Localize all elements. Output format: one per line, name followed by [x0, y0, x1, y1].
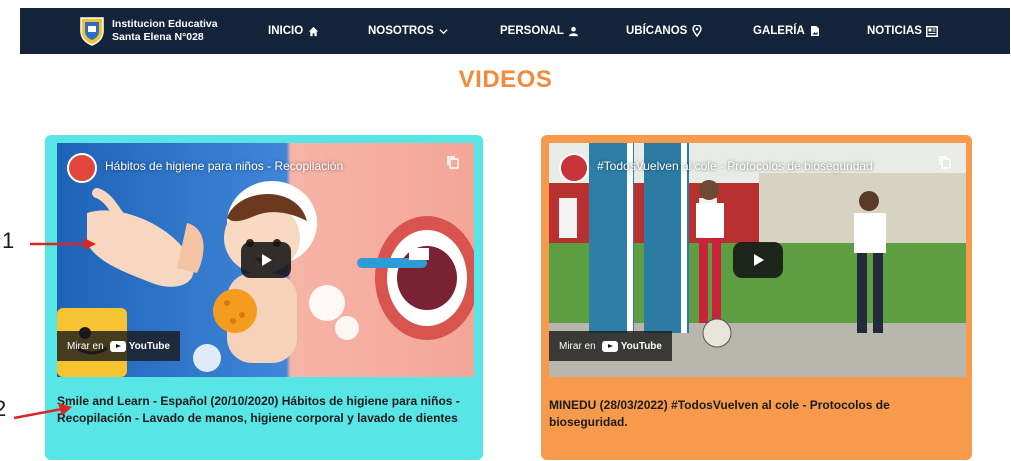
play-button[interactable] — [733, 242, 783, 278]
newspaper-icon — [925, 25, 938, 37]
platform-label: YouTube — [620, 340, 662, 352]
nav-ubicanos[interactable]: UBÍCANOS — [626, 25, 703, 37]
nav-label: UBÍCANOS — [626, 25, 688, 37]
youtube-embed[interactable]: #TodosVuelven al cole - Protocolos de bi… — [549, 143, 966, 377]
home-icon — [307, 25, 319, 37]
video-embed-title[interactable]: #TodosVuelven al cole - Protocolos de bi… — [597, 159, 873, 173]
video-card: #TodosVuelven al cole - Protocolos de bi… — [541, 135, 972, 460]
watch-on-youtube-button[interactable]: Mirar en YouTube — [549, 331, 672, 361]
nav-nosotros[interactable]: NOSOTROS — [368, 25, 450, 37]
youtube-embed[interactable]: Hábitos de higiene para niños - Recopila… — [57, 143, 474, 377]
nav-galeria[interactable]: GALERÍA — [753, 25, 821, 37]
video-caption: Smile and Learn - Español (20/10/2020) H… — [57, 394, 460, 425]
user-icon — [568, 25, 580, 37]
page-title: VIDEOS — [458, 66, 553, 93]
nav-label: NOSOTROS — [368, 25, 434, 37]
annotation-arrow-icon — [13, 403, 72, 420]
file-image-icon — [809, 25, 821, 37]
page: Institucion Educativa Santa Elena N°028 … — [0, 0, 1011, 461]
copy-link-icon[interactable] — [938, 155, 952, 169]
nav-label: INICIO — [268, 25, 304, 37]
watch-on-label: Mirar en — [67, 340, 104, 352]
chevron-down-icon — [438, 25, 450, 37]
brand-line-1: Institucion Educativa — [112, 18, 218, 30]
play-icon — [754, 254, 764, 266]
nav-noticias[interactable]: NOTICIAS — [867, 25, 938, 37]
watch-on-label: Mirar en — [559, 340, 596, 352]
brand[interactable]: Institucion Educativa Santa Elena N°028 — [78, 15, 268, 47]
map-pin-icon — [691, 25, 703, 37]
nav-label: PERSONAL — [500, 25, 564, 37]
annotation-arrow-icon — [30, 238, 96, 250]
play-button[interactable] — [241, 242, 291, 278]
channel-avatar[interactable] — [559, 153, 589, 183]
copy-link-icon[interactable] — [446, 155, 460, 169]
annotation-number-1: 1 — [2, 228, 15, 253]
youtube-logo-icon: YouTube — [601, 340, 662, 352]
school-crest-icon — [78, 15, 106, 47]
nav-label: NOTICIAS — [867, 25, 922, 37]
video-caption: MINEDU (28/03/2022) #TodosVuelven al col… — [549, 398, 890, 429]
brand-line-2: Santa Elena N°028 — [112, 31, 204, 43]
play-icon — [262, 254, 272, 266]
watch-on-youtube-button[interactable]: Mirar en YouTube — [57, 331, 180, 361]
platform-label: YouTube — [128, 340, 170, 352]
youtube-logo-icon: YouTube — [109, 340, 170, 352]
nav-label: GALERÍA — [753, 25, 805, 37]
nav-personal[interactable]: PERSONAL — [500, 25, 580, 37]
nav-inicio[interactable]: INICIO — [268, 25, 319, 37]
top-navbar: Institucion Educativa Santa Elena N°028 … — [20, 8, 1010, 54]
channel-avatar[interactable] — [67, 153, 97, 183]
video-embed-title[interactable]: Hábitos de higiene para niños - Recopila… — [105, 159, 343, 173]
annotation-number-2: 2 — [0, 396, 7, 421]
video-card: Hábitos de higiene para niños - Recopila… — [45, 135, 483, 460]
